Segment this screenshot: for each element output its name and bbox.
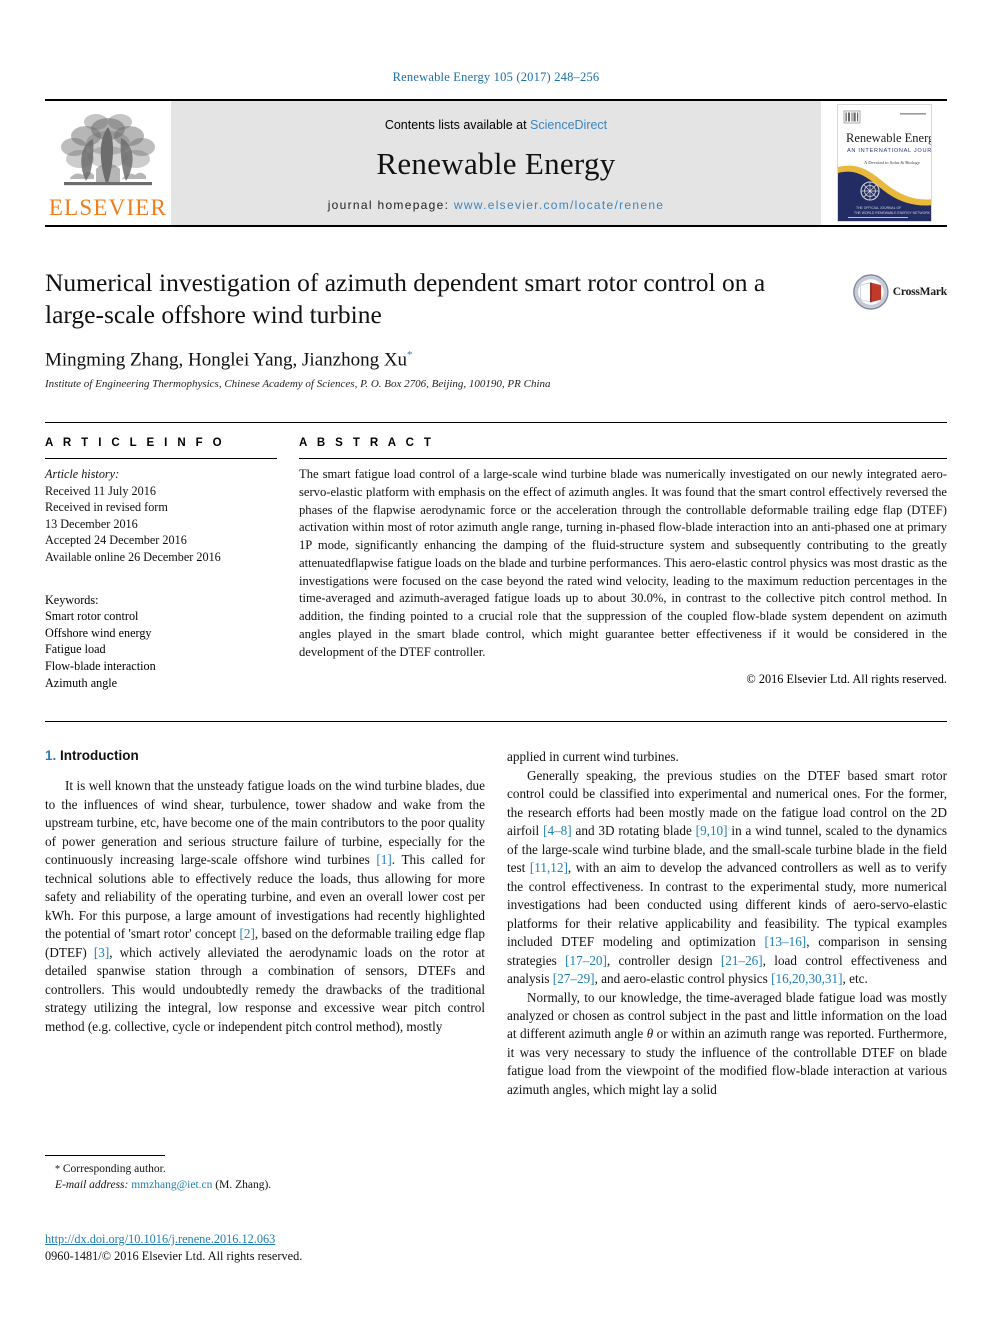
journal-homepage-link[interactable]: www.elsevier.com/locate/renene xyxy=(454,198,664,212)
citation-link[interactable]: [17–20] xyxy=(565,953,607,968)
body-columns: 1. Introduction It is well known that th… xyxy=(45,721,947,1099)
elsevier-wordmark: ELSEVIER xyxy=(48,195,168,220)
section-title-text: Introduction xyxy=(60,748,139,764)
citation-link[interactable]: [4–8] xyxy=(543,823,572,838)
email-link[interactable]: mmzhang@iet.cn xyxy=(131,1179,212,1191)
crossmark-label: CrossMark xyxy=(892,286,947,298)
doi-block: http://dx.doi.org/10.1016/j.renene.2016.… xyxy=(45,1232,545,1265)
info-abstract-section: A R T I C L E I N F O Article history: R… xyxy=(45,422,947,691)
article-info-rule xyxy=(45,458,277,460)
svg-text:AN INTERNATIONAL JOURNAL: AN INTERNATIONAL JOURNAL xyxy=(847,148,932,154)
footnote-rule xyxy=(45,1155,165,1156)
journal-cover-thumbnail: Renewable Energy AN INTERNATIONAL JOURNA… xyxy=(836,104,932,222)
issn-copyright: 0960-1481/© 2016 Elsevier Ltd. All right… xyxy=(45,1249,303,1263)
abstract-copyright: © 2016 Elsevier Ltd. All rights reserved… xyxy=(746,672,947,687)
author-list: Mingming Zhang, Honglei Yang, Jianzhong … xyxy=(45,349,947,371)
homepage-prefix: journal homepage: xyxy=(327,198,454,212)
article-history-label: Article history: xyxy=(45,467,120,482)
article-info-column: A R T I C L E I N F O Article history: R… xyxy=(45,437,277,691)
crossmark-badge[interactable]: CrossMark xyxy=(853,269,947,315)
text-run: , etc. xyxy=(842,971,868,987)
body-column-left: 1. Introduction It is well known that th… xyxy=(45,748,485,1099)
keyword-item: Azimuth angle xyxy=(45,675,118,690)
corresponding-author-text: Corresponding author. xyxy=(62,1163,166,1175)
keywords-group: Keywords: Smart rotor control Offshore w… xyxy=(45,592,277,692)
text-run: , controller design xyxy=(606,952,721,968)
sciencedirect-link[interactable]: ScienceDirect xyxy=(530,118,607,132)
citation-link[interactable]: [9,10] xyxy=(696,823,728,838)
email-note: E-mail address: mmzhang@iet.cn (M. Zhang… xyxy=(45,1177,485,1193)
footnote-star: * xyxy=(55,1164,60,1175)
svg-text:THE OFFICIAL JOURNAL OF: THE OFFICIAL JOURNAL OF xyxy=(856,206,901,210)
journal-masthead: ELSEVIER Contents lists available at Sci… xyxy=(45,99,947,227)
article-history-group: Article history: Received 11 July 2016 R… xyxy=(45,466,277,566)
citation-link[interactable]: [1] xyxy=(376,852,391,867)
history-item: 13 December 2016 xyxy=(45,516,138,531)
citation-link[interactable]: [2] xyxy=(239,926,254,941)
masthead-center: Contents lists available at ScienceDirec… xyxy=(171,101,821,225)
text-run: and 3D rotating blade xyxy=(571,823,696,839)
paragraph: Generally speaking, the previous studies… xyxy=(507,767,947,989)
text-run: , and aero-elastic control physics xyxy=(594,971,772,987)
keywords-label: Keywords: xyxy=(45,592,99,607)
article-info-heading: A R T I C L E I N F O xyxy=(45,437,226,450)
corresponding-author-marker: * xyxy=(407,348,413,361)
elsevier-tree-icon xyxy=(61,114,155,186)
article-page: Renewable Energy 105 (2017) 248–256 ELSE… xyxy=(0,0,992,1323)
elsevier-logo: ELSEVIER xyxy=(45,101,171,225)
history-item: Received in revised form xyxy=(45,500,168,515)
citation-link[interactable]: [3] xyxy=(94,945,109,960)
masthead-cover-area: Renewable Energy AN INTERNATIONAL JOURNA… xyxy=(821,101,947,225)
svg-text:A Devoted to Solar & Biology: A Devoted to Solar & Biology xyxy=(864,160,921,165)
citation-link[interactable]: [16,20,30,31] xyxy=(771,971,842,986)
citation-link[interactable]: [11,12] xyxy=(530,860,568,875)
doi-link[interactable]: http://dx.doi.org/10.1016/j.renene.2016.… xyxy=(45,1232,545,1247)
running-head: Renewable Energy 105 (2017) 248–256 xyxy=(392,70,600,84)
footnote-block: * Corresponding author. E-mail address: … xyxy=(45,1155,485,1193)
contents-prefix: Contents lists available at xyxy=(384,118,531,132)
email-label: E-mail address: xyxy=(55,1179,129,1192)
history-item: Received 11 July 2016 xyxy=(45,483,156,498)
history-item: Accepted 24 December 2016 xyxy=(45,533,187,548)
journal-title: Renewable Energy xyxy=(376,146,616,181)
journal-cover-art: Renewable Energy AN INTERNATIONAL JOURNA… xyxy=(837,105,932,221)
contents-available-line: Contents lists available at ScienceDirec… xyxy=(385,118,607,132)
article-title: Numerical investigation of azimuth depen… xyxy=(45,268,766,329)
email-owner: (M. Zhang). xyxy=(215,1179,272,1192)
abstract-heading: A B S T R A C T xyxy=(299,437,435,450)
paragraph: applied in current wind turbines. xyxy=(507,748,947,766)
citation-link[interactable]: [13–16] xyxy=(764,934,806,949)
authors-names: Mingming Zhang, Honglei Yang, Jianzhong … xyxy=(45,349,408,371)
svg-text:Renewable Energy: Renewable Energy xyxy=(846,131,932,145)
history-item: Available online 26 December 2016 xyxy=(45,550,221,565)
text-run: , which actively alleviated the aerodyna… xyxy=(45,944,485,1034)
journal-homepage-line: journal homepage: www.elsevier.com/locat… xyxy=(328,198,665,212)
paragraph: It is well known that the unsteady fatig… xyxy=(45,777,485,1036)
abstract-rule xyxy=(299,458,947,460)
text-run: applied in current wind turbines. xyxy=(507,749,679,765)
body-column-right: applied in current wind turbines. Genera… xyxy=(507,748,947,1099)
citation-link[interactable]: [21–26] xyxy=(721,953,763,968)
affiliation: Institute of Engineering Thermophysics, … xyxy=(45,378,551,391)
keyword-item: Flow-blade interaction xyxy=(45,659,156,674)
crossmark-icon xyxy=(853,274,889,310)
abstract-column: A B S T R A C T The smart fatigue load c… xyxy=(299,437,947,691)
abstract-text: The smart fatigue load control of a larg… xyxy=(299,467,947,659)
keyword-item: Fatigue load xyxy=(45,642,106,657)
keyword-item: Offshore wind energy xyxy=(45,625,152,640)
svg-text:THE WORLD RENEWABLE ENERGY NET: THE WORLD RENEWABLE ENERGY NETWORK xyxy=(854,211,931,215)
title-block: Numerical investigation of azimuth depen… xyxy=(45,267,947,390)
section-heading-introduction: 1. Introduction xyxy=(45,748,485,763)
paragraph: Normally, to our knowledge, the time-ave… xyxy=(507,989,947,1100)
corresponding-author-note: * Corresponding author. xyxy=(45,1161,485,1177)
section-number: 1. xyxy=(45,748,57,764)
citation-link[interactable]: [27–29] xyxy=(553,971,595,986)
keyword-item: Smart rotor control xyxy=(45,609,139,624)
